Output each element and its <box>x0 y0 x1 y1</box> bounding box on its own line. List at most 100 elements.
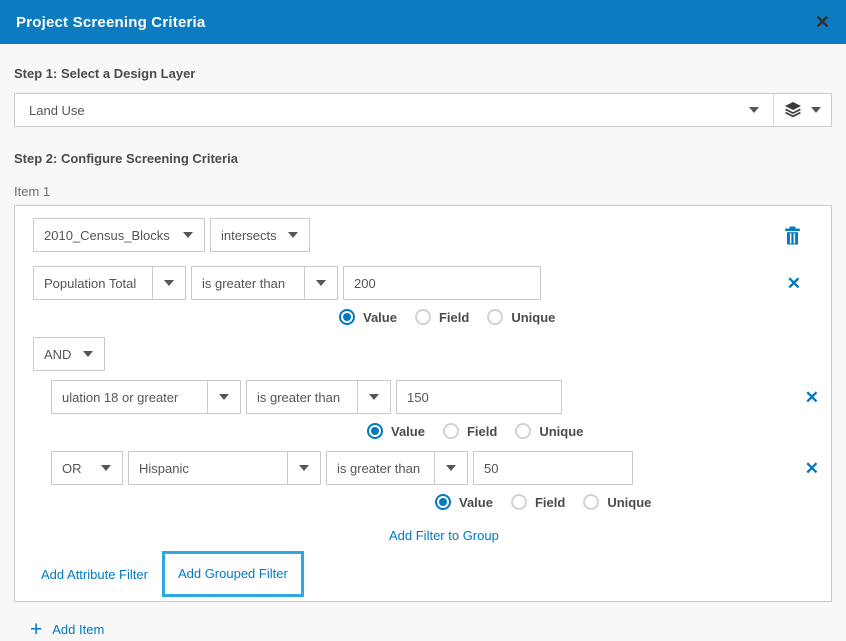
group-filter1-row: ulation 18 or greater is greater than ✕ <box>51 380 813 414</box>
trash-icon <box>784 226 801 245</box>
chevron-down-icon <box>357 381 390 413</box>
radio-unselected-icon <box>511 494 527 510</box>
spatial-operator-value: intersects <box>211 219 276 251</box>
chevron-down-icon <box>207 381 240 413</box>
group-filter1-value-input[interactable] <box>396 380 562 414</box>
group-filter1-operator-select[interactable]: is greater than <box>246 380 391 414</box>
dialog-title: Project Screening Criteria <box>16 14 205 31</box>
group-filter2-field-value: Hispanic <box>129 452 287 484</box>
x-icon: ✕ <box>787 275 801 292</box>
add-filter-to-group-link[interactable]: Add Filter to Group <box>389 528 499 543</box>
chevron-down-icon <box>276 219 309 251</box>
radio-value-label: Value <box>363 310 397 325</box>
radio-field-label: Field <box>535 495 565 510</box>
group-filter2-operator-select[interactable]: is greater than <box>326 451 468 485</box>
grouped-filters: ulation 18 or greater is greater than ✕ <box>51 380 813 545</box>
delete-item-button[interactable] <box>784 226 801 245</box>
radio-value[interactable]: Value <box>367 423 425 439</box>
group-filter2-operator-value: is greater than <box>327 452 434 484</box>
radio-unselected-icon <box>515 423 531 439</box>
group-filter1-operator-value: is greater than <box>247 381 357 413</box>
layer-options-button[interactable] <box>773 94 831 126</box>
group-filter1-field-select[interactable]: ulation 18 or greater <box>51 380 241 414</box>
chevron-down-icon <box>71 338 104 370</box>
remove-group-filter2-button[interactable]: ✕ <box>805 460 819 477</box>
chevron-down-icon <box>152 267 185 299</box>
radio-unselected-icon <box>415 309 431 325</box>
radio-unique[interactable]: Unique <box>487 309 555 325</box>
attribute-filter-row: Population Total is greater than ✕ <box>33 266 813 300</box>
x-icon: ✕ <box>805 460 819 477</box>
layers-icon <box>784 102 802 118</box>
group-filter1-mode-radios: Value Field Unique <box>367 423 813 439</box>
filter1-value-input[interactable] <box>343 266 541 300</box>
conjunction-row: AND <box>33 337 813 371</box>
chevron-down-icon <box>287 452 320 484</box>
add-item-link[interactable]: Add Item <box>52 622 104 637</box>
project-screening-dialog: Project Screening Criteria ✕ Step 1: Sel… <box>0 0 846 632</box>
filter1-field-value: Population Total <box>34 267 152 299</box>
radio-selected-icon <box>339 309 355 325</box>
chevron-down-icon <box>89 452 122 484</box>
add-filter-to-group-row: Add Filter to Group <box>389 527 813 545</box>
add-item-row[interactable]: + Add Item <box>30 619 832 640</box>
radio-unique[interactable]: Unique <box>515 423 583 439</box>
highlight-box: Add Grouped Filter <box>162 551 304 597</box>
radio-value[interactable]: Value <box>435 494 493 510</box>
dialog-header: Project Screening Criteria ✕ <box>0 0 846 44</box>
radio-field-label: Field <box>467 424 497 439</box>
radio-unselected-icon <box>487 309 503 325</box>
chevron-down-icon <box>434 452 467 484</box>
add-grouped-filter-link[interactable]: Add Grouped Filter <box>178 566 288 581</box>
radio-field[interactable]: Field <box>415 309 469 325</box>
radio-value[interactable]: Value <box>339 309 397 325</box>
group-filter2-conjunction-value: OR <box>52 452 89 484</box>
group-filter2-value-input[interactable] <box>473 451 633 485</box>
radio-selected-icon <box>367 423 383 439</box>
filter1-operator-value: is greater than <box>192 267 304 299</box>
item-label: Item 1 <box>14 184 832 199</box>
radio-unique-label: Unique <box>539 424 583 439</box>
spatial-filter-row: 2010_Census_Blocks intersects <box>33 218 813 252</box>
chevron-down-icon <box>304 267 337 299</box>
filter-links-row: Add Attribute Filter Add Grouped Filter <box>41 551 813 597</box>
filter1-operator-select[interactable]: is greater than <box>191 266 338 300</box>
step1-label: Step 1: Select a Design Layer <box>14 66 832 81</box>
census-layer-select[interactable]: 2010_Census_Blocks <box>33 218 205 252</box>
radio-field[interactable]: Field <box>443 423 497 439</box>
filter1-mode-radios: Value Field Unique <box>339 309 813 325</box>
close-icon[interactable]: ✕ <box>815 13 830 31</box>
filter1-field-select[interactable]: Population Total <box>33 266 186 300</box>
group-filter2-conjunction-select[interactable]: OR <box>51 451 123 485</box>
plus-icon: + <box>30 619 42 640</box>
chevron-down-icon <box>811 107 821 113</box>
design-layer-select[interactable]: Land Use <box>15 94 773 126</box>
remove-group-filter1-button[interactable]: ✕ <box>805 389 819 406</box>
radio-value-label: Value <box>391 424 425 439</box>
radio-value-label: Value <box>459 495 493 510</box>
census-layer-value: 2010_Census_Blocks <box>34 219 171 251</box>
radio-unique-label: Unique <box>607 495 651 510</box>
group-filter1-field-value: ulation 18 or greater <box>52 381 207 413</box>
design-layer-value: Land Use <box>29 103 85 118</box>
item-card: 2010_Census_Blocks intersects <box>14 205 832 602</box>
add-attribute-filter-link[interactable]: Add Attribute Filter <box>41 567 148 582</box>
spatial-operator-select[interactable]: intersects <box>210 218 310 252</box>
design-layer-select-row: Land Use <box>14 93 832 127</box>
chevron-down-icon <box>749 107 759 113</box>
step2-label: Step 2: Configure Screening Criteria <box>14 151 832 166</box>
radio-unique[interactable]: Unique <box>583 494 651 510</box>
chevron-down-icon <box>171 219 204 251</box>
remove-filter1-button[interactable]: ✕ <box>787 275 801 292</box>
group-filter2-mode-radios: Value Field Unique <box>435 494 813 510</box>
radio-field-label: Field <box>439 310 469 325</box>
dialog-body: Step 1: Select a Design Layer Land Use S… <box>0 66 846 640</box>
group-filter2-row: OR Hispanic is greater than ✕ <box>51 451 813 485</box>
radio-selected-icon <box>435 494 451 510</box>
x-icon: ✕ <box>805 389 819 406</box>
radio-unselected-icon <box>583 494 599 510</box>
conjunction-select[interactable]: AND <box>33 337 105 371</box>
radio-unselected-icon <box>443 423 459 439</box>
group-filter2-field-select[interactable]: Hispanic <box>128 451 321 485</box>
radio-field[interactable]: Field <box>511 494 565 510</box>
